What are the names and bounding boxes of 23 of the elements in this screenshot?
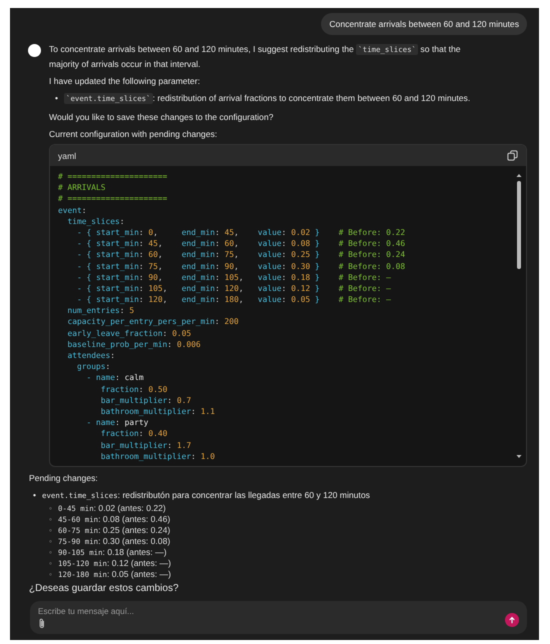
bullet: ◦ xyxy=(49,536,52,547)
message-input[interactable]: Escribe tu mensaje aquí... xyxy=(38,606,519,616)
user-message: Concentrate arrivals between 60 and 120 minutes xyxy=(321,13,527,35)
copy-icon[interactable] xyxy=(507,150,518,161)
code-language: yaml xyxy=(58,150,76,160)
bullet: • xyxy=(55,92,58,105)
bullet: ◦ xyxy=(49,568,52,580)
bullet: ◦ xyxy=(49,514,52,525)
assistant-paragraph: I have updated the following parameter: xyxy=(49,75,201,88)
bullet: • xyxy=(33,488,36,502)
assistant-paragraph: Current configuration with pending changes: xyxy=(49,128,218,141)
bullet: ◦ xyxy=(49,546,52,558)
assistant-avatar xyxy=(28,44,41,57)
paperclip-icon[interactable] xyxy=(38,618,46,629)
arrow-up-icon xyxy=(508,616,516,624)
message-composer[interactable]: Escribe tu mensaje aquí... xyxy=(30,601,527,634)
bullet: ◦ xyxy=(49,558,52,569)
pending-title: Pending changes: xyxy=(29,472,99,485)
closing-question: ¿Deseas guardar estos cambios? xyxy=(29,582,180,594)
send-button[interactable] xyxy=(505,612,519,626)
bullet: ◦ xyxy=(49,524,52,536)
assistant-paragraph: Would you like to save these changes to the configuration? xyxy=(49,111,274,124)
bullet: ◦ xyxy=(49,502,52,514)
